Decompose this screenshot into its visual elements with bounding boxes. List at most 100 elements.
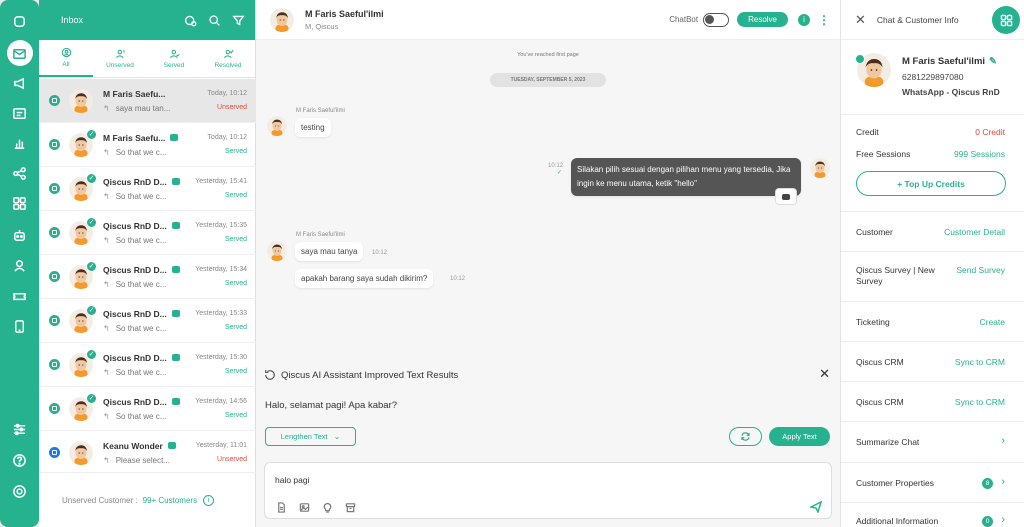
close-icon[interactable]: ✕ bbox=[819, 366, 830, 382]
broadcast-icon[interactable] bbox=[0, 71, 39, 95]
bot-icon bbox=[171, 310, 180, 317]
conversation-item[interactable]: ✓ Qiscus RnD D... ↰ So that we c... Yesterda… bbox=[39, 299, 256, 343]
info-row[interactable]: Customer Properties › 8 bbox=[841, 463, 1024, 503]
ai-bulb-icon[interactable] bbox=[321, 501, 333, 513]
conversation-item[interactable]: ✓ Qiscus RnD D... ↰ So that we c... Yesterda… bbox=[39, 255, 256, 299]
apps-grid-icon[interactable] bbox=[992, 6, 1020, 34]
tab-resolved[interactable]: Resolved bbox=[201, 40, 255, 77]
conversation-name: Qiscus RnD D... bbox=[103, 396, 167, 407]
message-bubble[interactable]: testing bbox=[295, 118, 331, 137]
info-row[interactable]: Qiscus Survey | New Survey Send Survey bbox=[841, 252, 1024, 302]
avatar: ✓ bbox=[69, 216, 97, 245]
tab-all[interactable]: All bbox=[39, 40, 93, 77]
conversation-item[interactable]: ✓ Qiscus RnD D... ↰ So that we c... Yesterda… bbox=[39, 211, 256, 255]
chevron-right-icon[interactable]: › bbox=[1001, 514, 1005, 526]
info-icon[interactable]: i bbox=[203, 494, 215, 506]
info-row[interactable]: Qiscus CRM Sync to CRM bbox=[841, 342, 1024, 382]
status-badge: Served bbox=[224, 236, 247, 243]
resolve-button[interactable]: Resolve bbox=[737, 12, 788, 27]
info-row-action[interactable]: Sync to CRM bbox=[935, 357, 1005, 368]
avatar bbox=[69, 441, 93, 465]
check-icon: ✓ bbox=[86, 216, 97, 228]
document-icon[interactable] bbox=[275, 501, 287, 513]
profile-icon[interactable] bbox=[0, 479, 39, 503]
ai-mode-select[interactable]: Lengthen Text ⌄ bbox=[265, 427, 356, 446]
conversation-time: Yesterday, 15:35 bbox=[195, 222, 247, 229]
credit-label: Credit bbox=[856, 127, 879, 137]
agent-message-bubble[interactable]: Silakan pilih sesuai dengan pilihan menu… bbox=[571, 158, 801, 196]
avatar: ✓ bbox=[69, 128, 97, 157]
conversation-time: Today, 10:12 bbox=[207, 90, 247, 97]
conversation-item[interactable]: M Faris Saefu... ↰ saya mau tan... Today, 1… bbox=[39, 79, 256, 123]
top-up-credits-button[interactable]: + Top Up Credits bbox=[856, 171, 1006, 196]
info-row-action[interactable]: Create bbox=[935, 317, 1005, 328]
avatar: ✓ bbox=[69, 392, 97, 421]
image-icon[interactable] bbox=[298, 501, 310, 513]
message-composer[interactable]: halo pagi bbox=[264, 462, 832, 519]
contacts-icon[interactable] bbox=[0, 101, 39, 125]
chatbot-toggle[interactable] bbox=[703, 12, 730, 27]
analytics-icon[interactable] bbox=[0, 131, 39, 155]
avatar: ✓ bbox=[69, 304, 97, 333]
app-icon[interactable] bbox=[0, 9, 39, 33]
inbox-icon[interactable] bbox=[0, 40, 39, 66]
ticket-icon[interactable] bbox=[0, 284, 39, 308]
info-row[interactable]: Ticketing Create bbox=[841, 302, 1024, 342]
tab-served[interactable]: Served bbox=[147, 40, 201, 77]
chevron-right-icon[interactable]: › bbox=[1001, 435, 1005, 447]
more-menu-icon[interactable]: ⋮ bbox=[818, 13, 830, 27]
message-input[interactable]: halo pagi bbox=[275, 475, 310, 485]
info-row-action[interactable]: Sync to CRM bbox=[935, 397, 1005, 408]
settings-icon[interactable] bbox=[0, 417, 39, 441]
conversation-item[interactable]: ✓ Qiscus RnD D... ↰ So that we c... Yesterda… bbox=[39, 387, 256, 431]
filter-icon[interactable] bbox=[231, 13, 245, 27]
info-row-label: Summarize Chat bbox=[856, 437, 920, 447]
template-icon[interactable] bbox=[344, 501, 356, 513]
customer-info-panel: ✕ Chat & Customer Info M Faris Saeful'il… bbox=[840, 0, 1024, 527]
check-icon: ✓ bbox=[86, 172, 97, 184]
edit-icon[interactable]: ✎ bbox=[989, 56, 997, 67]
chevron-right-icon[interactable]: › bbox=[1001, 476, 1005, 488]
integration-icon[interactable] bbox=[0, 161, 39, 185]
send-button[interactable] bbox=[808, 500, 823, 518]
conversation-time: Yesterday, 11:01 bbox=[195, 442, 247, 449]
filter-settings-icon[interactable] bbox=[183, 13, 197, 27]
conversation-time: Yesterday, 15:34 bbox=[195, 266, 247, 273]
info-icon[interactable]: i bbox=[798, 13, 810, 26]
chat-customer-name[interactable]: M Faris Saeful'ilmi bbox=[305, 9, 384, 19]
info-row[interactable]: Qiscus CRM Sync to CRM bbox=[841, 382, 1024, 422]
customer-profile: M Faris Saeful'ilmi ✎ 6281229897080 Whats… bbox=[841, 40, 1024, 115]
conversation-preview: So that we c... bbox=[115, 411, 167, 421]
bot-icon[interactable] bbox=[0, 223, 39, 247]
unserved-count[interactable]: 99+ Customers bbox=[143, 496, 197, 505]
mobile-icon[interactable] bbox=[0, 314, 39, 338]
conversation-preview: saya mau tan... bbox=[115, 103, 171, 113]
conversation-item[interactable]: ✓ M Faris Saefu... ↰ So that we c... Today, … bbox=[39, 123, 256, 167]
apps-icon[interactable] bbox=[0, 191, 39, 215]
info-row-label: Additional Information bbox=[856, 516, 939, 526]
agents-icon[interactable] bbox=[0, 253, 39, 277]
regenerate-button[interactable] bbox=[729, 427, 762, 446]
close-icon[interactable]: ✕ bbox=[855, 12, 866, 28]
reply-icon: ↰ bbox=[103, 147, 110, 157]
help-icon[interactable] bbox=[0, 448, 39, 472]
message-bubble[interactable]: saya mau tanya bbox=[295, 242, 364, 261]
tab-unserved[interactable]: Unserved bbox=[93, 40, 147, 77]
info-title: Chat & Customer Info bbox=[876, 14, 959, 25]
info-row-action[interactable]: Customer Detail bbox=[935, 227, 1005, 238]
conversation-preview: So that we c... bbox=[115, 147, 167, 157]
info-row[interactable]: Customer Customer Detail bbox=[841, 212, 1024, 252]
info-row-action[interactable]: Send Survey bbox=[935, 265, 1005, 276]
bot-icon bbox=[171, 178, 180, 185]
conversation-item[interactable]: ✓ Qiscus RnD D... ↰ So that we c... Yesterda… bbox=[39, 343, 256, 387]
conversation-item[interactable]: ✓ Qiscus RnD D... ↰ So that we c... Yesterda… bbox=[39, 167, 256, 211]
search-icon[interactable] bbox=[207, 13, 221, 27]
info-row-label: Customer Properties bbox=[856, 478, 934, 488]
info-row[interactable]: Summarize Chat › bbox=[841, 422, 1024, 463]
apply-text-button[interactable]: Apply Text bbox=[769, 427, 830, 446]
conversation-time: Yesterday, 15:30 bbox=[195, 354, 247, 361]
conversation-name: Keanu Wonder bbox=[103, 440, 163, 451]
conversation-item[interactable]: Keanu Wonder ↰ Please select... Yesterday, … bbox=[39, 431, 256, 472]
message-bubble[interactable]: apakah barang saya sudah dikirim? bbox=[295, 269, 434, 288]
info-row[interactable]: Additional Information › 0 bbox=[841, 503, 1024, 527]
